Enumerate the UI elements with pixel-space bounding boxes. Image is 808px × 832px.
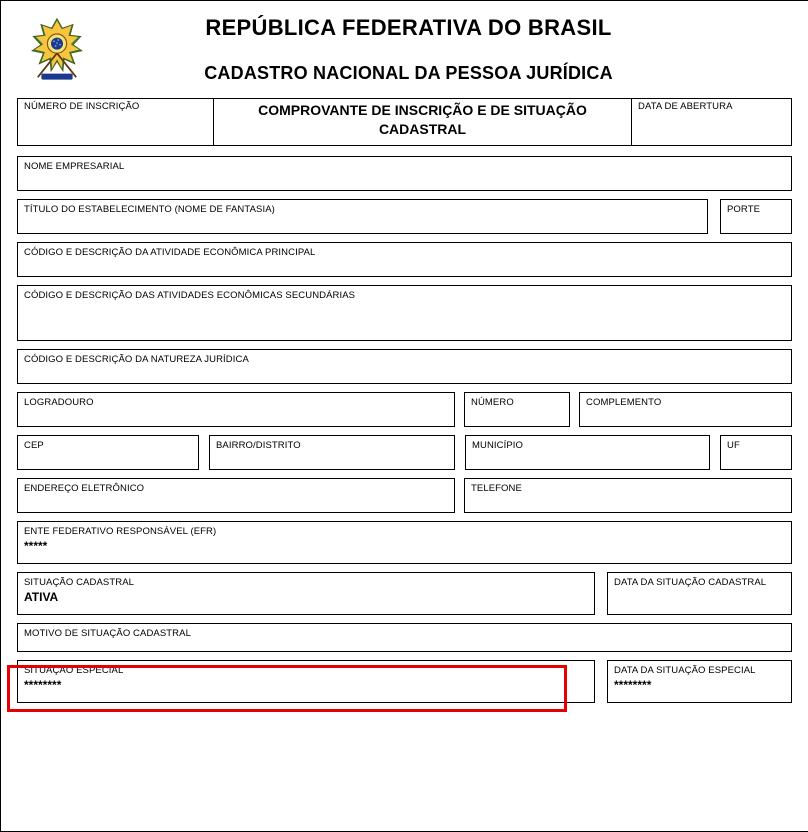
motivo-situacao-box: MOTIVO DE SITUAÇÃO CADASTRAL: [17, 623, 792, 652]
bairro-label: BAIRRO/DISTRITO: [216, 440, 448, 451]
cep-box: CEP: [17, 435, 199, 470]
natureza-juridica-box: CÓDIGO E DESCRIÇÃO DA NATUREZA JURÍDICA: [17, 349, 792, 384]
municipio-label: MUNICÍPIO: [472, 440, 703, 451]
comprovante-title-box: COMPROVANTE DE INSCRIÇÃO E DE SITUAÇÃO C…: [213, 98, 632, 146]
titulo-porte-row: TÍTULO DO ESTABELECIMENTO (NOME DE FANTA…: [17, 199, 792, 234]
document-page: REPÚBLICA FEDERATIVA DO BRASIL CADASTRO …: [0, 0, 808, 832]
data-situacao-especial-box: DATA DA SITUAÇÃO ESPECIAL ********: [607, 660, 792, 703]
endereco-row-2: CEP BAIRRO/DISTRITO MUNICÍPIO UF: [17, 435, 792, 470]
atividades-secundarias-row: CÓDIGO E DESCRIÇÃO DAS ATIVIDADES ECONÔM…: [17, 285, 792, 341]
logradouro-label: LOGRADOURO: [24, 397, 448, 408]
telefone-label: TELEFONE: [471, 483, 785, 494]
situacao-cadastral-row: SITUAÇÃO CADASTRAL ATIVA DATA DA SITUAÇÃ…: [17, 572, 792, 615]
situacao-especial-label: SITUAÇÃO ESPECIAL: [24, 665, 588, 676]
titulo-estabelecimento-box: TÍTULO DO ESTABELECIMENTO (NOME DE FANTA…: [17, 199, 708, 234]
bairro-box: BAIRRO/DISTRITO: [209, 435, 455, 470]
situacao-cadastral-label: SITUAÇÃO CADASTRAL: [24, 577, 588, 588]
header-titles: REPÚBLICA FEDERATIVA DO BRASIL CADASTRO …: [97, 15, 800, 84]
complemento-box: COMPLEMENTO: [579, 392, 792, 427]
cep-label: CEP: [24, 440, 192, 451]
telefone-box: TELEFONE: [464, 478, 792, 513]
atividades-secundarias-label: CÓDIGO E DESCRIÇÃO DAS ATIVIDADES ECONÔM…: [24, 290, 785, 301]
data-abertura-label: DATA DE ABERTURA: [638, 101, 785, 112]
situacao-especial-box: SITUAÇÃO ESPECIAL ********: [17, 660, 595, 703]
natureza-juridica-row: CÓDIGO E DESCRIÇÃO DA NATUREZA JURÍDICA: [17, 349, 792, 384]
efr-row: ENTE FEDERATIVO RESPONSÁVEL (EFR) *****: [17, 521, 792, 564]
numero-box: NÚMERO: [464, 392, 570, 427]
atividade-principal-row: CÓDIGO E DESCRIÇÃO DA ATIVIDADE ECONÔMIC…: [17, 242, 792, 277]
atividade-principal-box: CÓDIGO E DESCRIÇÃO DA ATIVIDADE ECONÔMIC…: [17, 242, 792, 277]
titulo-estabelecimento-label: TÍTULO DO ESTABELECIMENTO (NOME DE FANTA…: [24, 204, 701, 215]
efr-label: ENTE FEDERATIVO RESPONSÁVEL (EFR): [24, 526, 785, 537]
efr-box: ENTE FEDERATIVO RESPONSÁVEL (EFR) *****: [17, 521, 792, 564]
registry-title: CADASTRO NACIONAL DA PESSOA JURÍDICA: [97, 63, 720, 84]
brazil-coat-of-arms-icon: [27, 15, 87, 83]
data-situacao-cadastral-label: DATA DA SITUAÇÃO CADASTRAL: [614, 577, 785, 588]
numero-inscricao-label: NÚMERO DE INSCRIÇÃO: [24, 101, 207, 112]
situacao-cadastral-box: SITUAÇÃO CADASTRAL ATIVA: [17, 572, 595, 615]
document-header: REPÚBLICA FEDERATIVA DO BRASIL CADASTRO …: [1, 1, 808, 92]
motivo-situacao-label: MOTIVO DE SITUAÇÃO CADASTRAL: [24, 628, 785, 639]
comprovante-title: COMPROVANTE DE INSCRIÇÃO E DE SITUAÇÃO C…: [258, 102, 587, 137]
atividade-principal-label: CÓDIGO E DESCRIÇÃO DA ATIVIDADE ECONÔMIC…: [24, 247, 785, 258]
numero-label: NÚMERO: [471, 397, 563, 408]
data-situacao-especial-label: DATA DA SITUAÇÃO ESPECIAL: [614, 665, 785, 676]
data-situacao-cadastral-box: DATA DA SITUAÇÃO CADASTRAL: [607, 572, 792, 615]
top-row: NÚMERO DE INSCRIÇÃO COMPROVANTE DE INSCR…: [17, 98, 792, 146]
data-situacao-especial-value: ********: [614, 678, 785, 692]
data-abertura-box: DATA DE ABERTURA: [632, 98, 792, 146]
nome-empresarial-label: NOME EMPRESARIAL: [24, 161, 785, 172]
situacao-especial-row: SITUAÇÃO ESPECIAL ******** DATA DA SITUA…: [17, 660, 792, 703]
situacao-especial-value: ********: [24, 678, 588, 692]
natureza-juridica-label: CÓDIGO E DESCRIÇÃO DA NATUREZA JURÍDICA: [24, 354, 785, 365]
uf-label: UF: [727, 440, 785, 451]
municipio-box: MUNICÍPIO: [465, 435, 710, 470]
form-content: NÚMERO DE INSCRIÇÃO COMPROVANTE DE INSCR…: [1, 92, 808, 711]
uf-box: UF: [720, 435, 792, 470]
atividades-secundarias-box: CÓDIGO E DESCRIÇÃO DAS ATIVIDADES ECONÔM…: [17, 285, 792, 341]
situacao-cadastral-value: ATIVA: [24, 590, 588, 604]
country-title: REPÚBLICA FEDERATIVA DO BRASIL: [97, 15, 720, 41]
nome-empresarial-row: NOME EMPRESARIAL: [17, 156, 792, 191]
endereco-eletronico-box: ENDEREÇO ELETRÔNICO: [17, 478, 455, 513]
contato-row: ENDEREÇO ELETRÔNICO TELEFONE: [17, 478, 792, 513]
nome-empresarial-box: NOME EMPRESARIAL: [17, 156, 792, 191]
endereco-eletronico-label: ENDEREÇO ELETRÔNICO: [24, 483, 448, 494]
porte-label: PORTE: [727, 204, 785, 215]
complemento-label: COMPLEMENTO: [586, 397, 785, 408]
logradouro-box: LOGRADOURO: [17, 392, 455, 427]
porte-box: PORTE: [720, 199, 792, 234]
numero-inscricao-box: NÚMERO DE INSCRIÇÃO: [17, 98, 213, 146]
motivo-situacao-row: MOTIVO DE SITUAÇÃO CADASTRAL: [17, 623, 792, 652]
efr-value: *****: [24, 539, 785, 553]
endereco-row-1: LOGRADOURO NÚMERO COMPLEMENTO: [17, 392, 792, 427]
